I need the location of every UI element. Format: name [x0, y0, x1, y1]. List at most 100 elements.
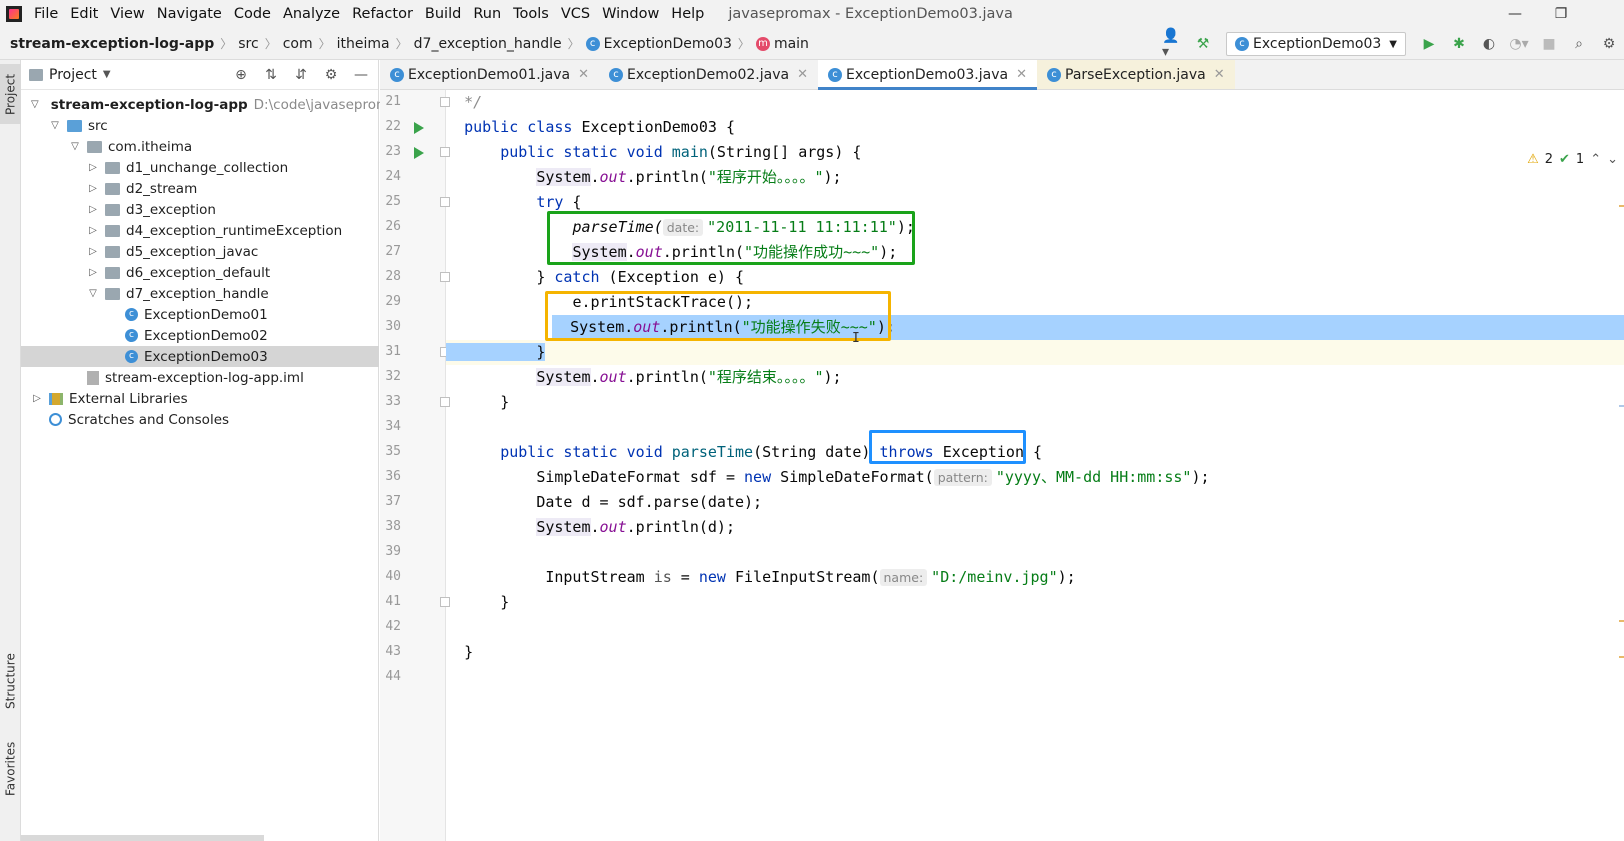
tool-tab-structure[interactable]: Structure	[0, 644, 21, 718]
menu-refactor[interactable]: Refactor	[348, 6, 417, 22]
build-hammer-icon[interactable]: ⚒	[1192, 33, 1214, 55]
chevron-right-icon[interactable]: ▷	[87, 267, 99, 278]
tree-item[interactable]: ▽ src	[21, 115, 379, 136]
breadcrumb-module[interactable]: stream-exception-log-app	[10, 36, 214, 52]
search-icon[interactable]: ⌕	[1568, 33, 1590, 55]
scroll-marker[interactable]	[1619, 405, 1624, 407]
run-configuration-select[interactable]: c ExceptionDemo03 ▼	[1225, 32, 1406, 56]
menu-build[interactable]: Build	[421, 6, 465, 22]
close-icon[interactable]: ✕	[1016, 67, 1027, 82]
close-window-icon[interactable]	[1584, 0, 1624, 28]
run-gutter-icon[interactable]	[414, 122, 424, 134]
collapse-all-icon[interactable]: ⇵	[290, 67, 312, 83]
locate-icon[interactable]: ⊕	[230, 67, 252, 83]
tree-item[interactable]: ▷ d6_exception_default	[21, 262, 379, 283]
chevron-right-icon[interactable]: ▷	[87, 162, 99, 173]
chevron-up-icon[interactable]: ⌃	[1590, 152, 1601, 167]
tree-item[interactable]: ▽ com.itheima	[21, 136, 379, 157]
menu-navigate[interactable]: Navigate	[153, 6, 226, 22]
breadcrumb-class[interactable]: ExceptionDemo03	[604, 36, 732, 52]
horizontal-scrollbar[interactable]	[21, 835, 264, 841]
tool-tab-project[interactable]: Project	[0, 64, 21, 124]
code-area[interactable]: */ public class ExceptionDemo03 { public…	[446, 90, 1624, 841]
menu-analyze[interactable]: Analyze	[279, 6, 344, 22]
menu-file[interactable]: File	[30, 6, 62, 22]
tab-label: ExceptionDemo03.java	[846, 66, 1009, 83]
tree-item[interactable]: c ExceptionDemo03	[21, 346, 379, 367]
stop-icon[interactable]: ■	[1538, 33, 1560, 55]
tree-item[interactable]: Scratches and Consoles	[21, 409, 379, 430]
chevron-down-icon[interactable]: ▽	[87, 288, 99, 299]
menu-edit[interactable]: Edit	[66, 6, 102, 22]
project-title[interactable]: Project	[49, 67, 97, 83]
breadcrumb-itheima[interactable]: itheima	[337, 36, 390, 52]
gear-icon[interactable]: ⚙	[320, 67, 342, 83]
chevron-down-icon[interactable]: ▽	[49, 120, 61, 131]
chevron-down-icon[interactable]: ⌄	[1607, 152, 1618, 167]
tab-parseexception[interactable]: c ParseException.java ✕	[1037, 60, 1235, 89]
close-icon[interactable]: ✕	[578, 67, 589, 82]
tree-item[interactable]: ▷ External Libraries	[21, 388, 379, 409]
tree-item[interactable]: ▽ d7_exception_handle	[21, 283, 379, 304]
menu-view[interactable]: View	[106, 6, 148, 22]
tree-item[interactable]: ▷ d1_unchange_collection	[21, 157, 379, 178]
chevron-right-icon[interactable]: ▷	[87, 225, 99, 236]
menu-code[interactable]: Code	[230, 6, 275, 22]
chevron-right-icon[interactable]: ▷	[31, 393, 43, 404]
menu-window[interactable]: Window	[598, 6, 663, 22]
chevron-down-icon[interactable]: ▽	[69, 141, 81, 152]
user-icon[interactable]: 👤▾	[1162, 28, 1184, 60]
tree-item[interactable]: c ExceptionDemo01	[21, 304, 379, 325]
coverage-icon[interactable]: ◐	[1478, 33, 1500, 55]
tree-item[interactable]: ▷ d5_exception_javac	[21, 241, 379, 262]
editor-tabs: c ExceptionDemo01.java ✕ c ExceptionDemo…	[380, 60, 1624, 90]
expand-all-icon[interactable]: ⇅	[260, 67, 282, 83]
breadcrumb-package[interactable]: d7_exception_handle	[414, 36, 562, 52]
code-line-32: System.out.println("程序结束。。。。");	[446, 365, 1624, 390]
debug-icon[interactable]: ✱	[1448, 33, 1470, 55]
tree-item[interactable]: c ExceptionDemo02	[21, 325, 379, 346]
scroll-marker[interactable]	[1619, 620, 1624, 622]
menu-help[interactable]: Help	[667, 6, 708, 22]
menu-tools[interactable]: Tools	[509, 6, 553, 22]
close-icon[interactable]: ✕	[1214, 67, 1225, 82]
tree-item[interactable]: ▷ d3_exception	[21, 199, 379, 220]
breadcrumb-method[interactable]: main	[774, 36, 809, 52]
gear-icon[interactable]: ⚙	[1598, 33, 1620, 55]
tree-item-label: d5_exception_javac	[126, 243, 259, 260]
scroll-marker[interactable]	[1619, 205, 1624, 207]
chevron-right-icon[interactable]: ▷	[87, 246, 99, 257]
inspection-widget[interactable]: ⚠ 2 ✔ 1 ⌃ ⌄	[1521, 152, 1618, 167]
chevron-right-icon[interactable]: ▷	[87, 183, 99, 194]
chevron-right-icon: 〉	[395, 37, 408, 51]
profile-icon[interactable]: ◔▾	[1508, 33, 1530, 55]
tree-item[interactable]: ▷ d4_exception_runtimeException	[21, 220, 379, 241]
breadcrumb-src[interactable]: src	[238, 36, 258, 52]
tab-exceptiondemo03[interactable]: c ExceptionDemo03.java ✕	[818, 60, 1037, 90]
tree-item-label: d4_exception_runtimeException	[126, 222, 343, 239]
menu-vcs[interactable]: VCS	[557, 6, 594, 22]
chevron-down-icon[interactable]: ▽	[31, 99, 39, 110]
line-number: 39	[385, 544, 401, 559]
scroll-marker[interactable]	[1619, 656, 1624, 658]
tab-exceptiondemo02[interactable]: c ExceptionDemo02.java ✕	[599, 60, 818, 89]
code-text: }	[464, 643, 474, 661]
line-number: 21	[385, 94, 401, 109]
close-icon[interactable]: ✕	[797, 67, 808, 82]
restore-icon[interactable]: ❐	[1538, 0, 1584, 28]
tree-item[interactable]: stream-exception-log-app.iml	[21, 367, 379, 388]
hide-icon[interactable]: —	[350, 67, 372, 83]
minimize-icon[interactable]: —	[1492, 0, 1538, 28]
menu-run[interactable]: Run	[469, 6, 505, 22]
tab-exceptiondemo01[interactable]: c ExceptionDemo01.java ✕	[380, 60, 599, 89]
tree-item[interactable]: ▽ stream-exception-log-app D:\code\javasep…	[21, 94, 410, 115]
chevron-down-icon[interactable]: ▼	[103, 69, 111, 80]
tree-item[interactable]: ▷ d2_stream	[21, 178, 379, 199]
editor-gutter[interactable]: 21 22 23 24 25 26 27 28 29 30 31 32 33 34 35 36 37 38 39 40…	[380, 90, 450, 841]
chevron-right-icon[interactable]: ▷	[87, 204, 99, 215]
run-gutter-icon[interactable]	[414, 147, 424, 159]
line-number: 37	[385, 494, 401, 509]
tool-tab-favorites[interactable]: Favorites	[0, 732, 21, 806]
breadcrumb-com[interactable]: com	[283, 36, 313, 52]
run-icon[interactable]: ▶	[1418, 33, 1440, 55]
